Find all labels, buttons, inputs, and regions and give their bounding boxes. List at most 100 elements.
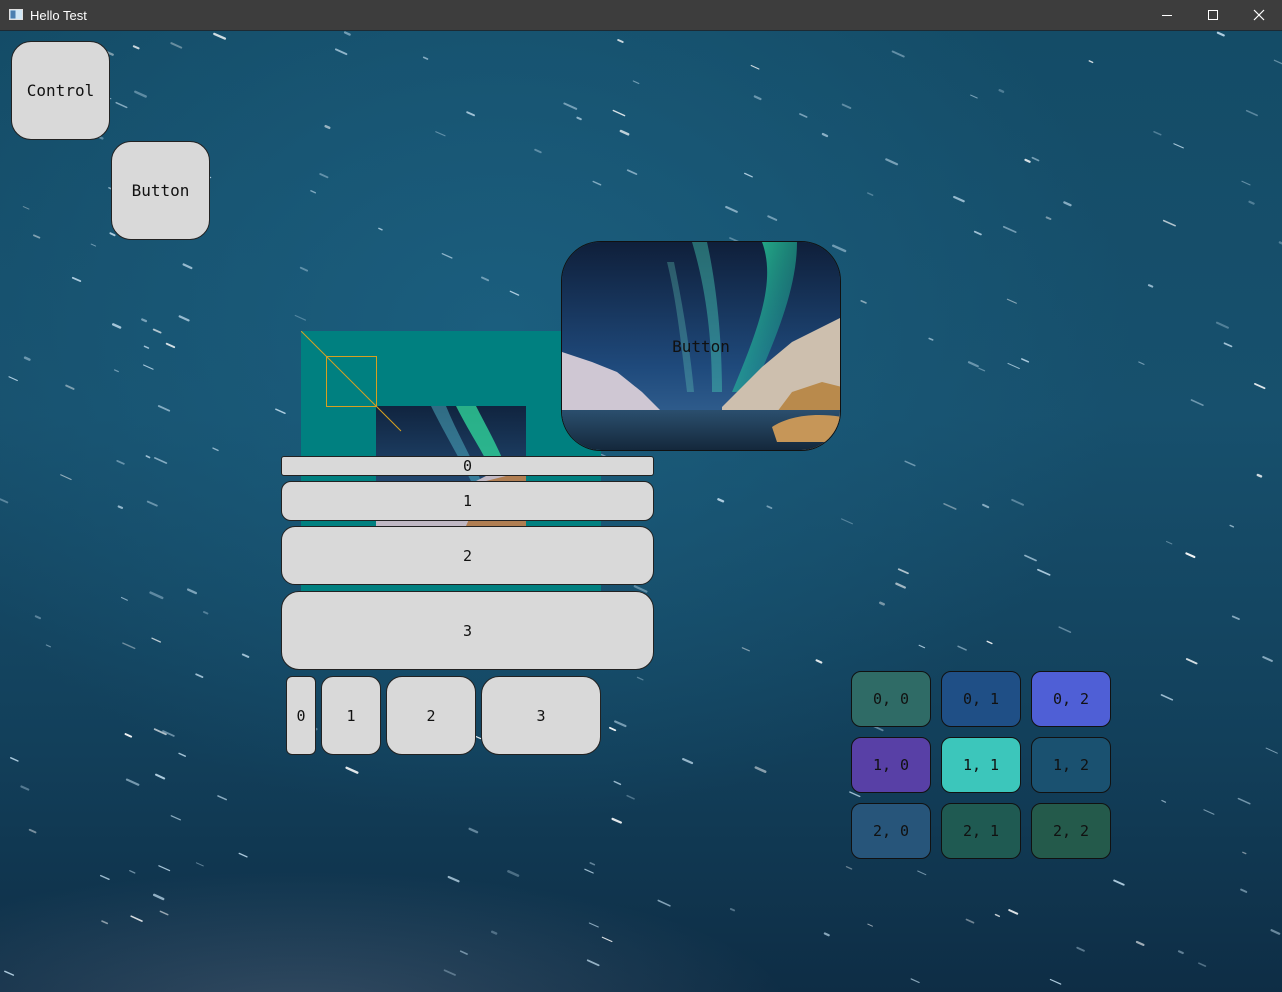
star-streak: [917, 870, 927, 876]
star-streak: [1256, 473, 1263, 478]
star-streak: [982, 503, 990, 509]
star-streak: [151, 637, 162, 643]
vertical-list-item[interactable]: 1: [281, 481, 654, 521]
star-streak: [1153, 131, 1162, 136]
star-streak: [195, 862, 204, 867]
star-streak: [1185, 552, 1196, 559]
grid-cell[interactable]: 2, 1: [941, 803, 1021, 859]
star-streak: [614, 720, 627, 728]
grid-cell[interactable]: 2, 2: [1031, 803, 1111, 859]
star-streak: [1011, 498, 1024, 506]
star-streak: [111, 323, 122, 329]
star-streak: [145, 455, 151, 459]
star-streak: [134, 90, 147, 98]
star-streak: [238, 852, 248, 858]
grid-cell[interactable]: 0, 1: [941, 671, 1021, 727]
vertical-list-item[interactable]: 3: [281, 591, 654, 670]
star-streak: [154, 457, 168, 464]
star-streak: [928, 337, 934, 341]
grid-cell[interactable]: 1, 2: [1031, 737, 1111, 793]
star-streak: [1021, 358, 1030, 363]
star-streak: [129, 870, 136, 874]
star-streak: [897, 568, 909, 575]
star-streak: [1113, 879, 1125, 886]
star-streak: [998, 89, 1005, 93]
star-streak: [601, 936, 613, 943]
star-streak: [632, 80, 640, 85]
star-streak: [195, 673, 204, 678]
star-streak: [1273, 59, 1282, 65]
star-streak: [422, 56, 429, 60]
control-widget[interactable]: Control: [11, 41, 110, 140]
horizontal-list-item[interactable]: 3: [481, 676, 601, 755]
horizontal-list-item[interactable]: 1: [321, 676, 381, 755]
close-button[interactable]: [1236, 0, 1282, 30]
star-streak: [584, 868, 594, 874]
star-streak: [1240, 888, 1248, 893]
star-streak: [611, 817, 622, 824]
aurora-image-button[interactable]: Button: [561, 241, 841, 451]
star-streak: [588, 922, 599, 928]
star-streak: [860, 300, 867, 304]
star-streak: [60, 474, 72, 481]
star-streak: [165, 342, 176, 349]
star-streak: [99, 874, 110, 880]
star-streak: [186, 588, 198, 595]
grid-cell[interactable]: 0, 0: [851, 671, 931, 727]
star-streak: [609, 726, 617, 732]
button-widget[interactable]: Button: [111, 141, 210, 240]
star-streak: [334, 48, 348, 56]
star-streak: [459, 950, 468, 955]
star-streak: [1245, 109, 1258, 117]
star-streak: [447, 875, 460, 883]
star-streak: [1002, 225, 1017, 233]
star-streak: [310, 190, 316, 194]
star-streak: [141, 318, 148, 323]
minimize-button[interactable]: [1144, 0, 1190, 30]
star-streak: [1024, 158, 1031, 163]
grid-cell[interactable]: 1, 1: [941, 737, 1021, 793]
star-streak: [158, 865, 171, 872]
maximize-button[interactable]: [1190, 0, 1236, 30]
star-streak: [8, 376, 18, 382]
title-bar[interactable]: Hello Test: [0, 0, 1282, 30]
star-streak: [143, 345, 150, 349]
star-streak: [159, 910, 169, 916]
star-streak: [435, 131, 446, 137]
star-streak: [212, 447, 219, 452]
star-streak: [943, 502, 957, 510]
star-streak: [918, 644, 926, 649]
star-streak: [109, 232, 116, 237]
star-streak: [1138, 361, 1145, 365]
horizontal-list-item[interactable]: 0: [286, 676, 316, 755]
vertical-list-item[interactable]: 2: [281, 526, 654, 585]
star-streak: [1063, 201, 1072, 207]
star-streak: [766, 505, 773, 510]
grid-cell[interactable]: 2, 0: [851, 803, 931, 859]
minimize-icon: [1162, 15, 1172, 16]
star-streak: [750, 64, 760, 70]
app-icon: [9, 9, 23, 20]
image-button-label: Button: [672, 336, 730, 356]
star-streak: [586, 959, 600, 967]
star-streak: [910, 978, 920, 984]
star-streak: [20, 785, 30, 791]
vertical-list-item[interactable]: 0: [281, 456, 654, 476]
star-streak: [1008, 909, 1019, 915]
app-window: Hello Test Control Button Button 0 1 2 3…: [0, 0, 1282, 992]
star-streak: [71, 276, 82, 283]
maximize-icon: [1208, 10, 1218, 20]
grid-cell[interactable]: 1, 0: [851, 737, 931, 793]
star-streak: [823, 932, 830, 937]
horizontal-list-item[interactable]: 2: [386, 676, 476, 755]
star-streak: [343, 31, 351, 36]
star-streak: [636, 676, 644, 681]
star-streak: [33, 234, 41, 239]
star-streak: [744, 172, 753, 178]
star-streak: [213, 32, 227, 40]
grid-cell[interactable]: 0, 2: [1031, 671, 1111, 727]
star-streak: [319, 173, 329, 179]
star-streak: [619, 129, 630, 136]
star-streak: [626, 169, 638, 175]
star-streak: [1237, 797, 1251, 805]
